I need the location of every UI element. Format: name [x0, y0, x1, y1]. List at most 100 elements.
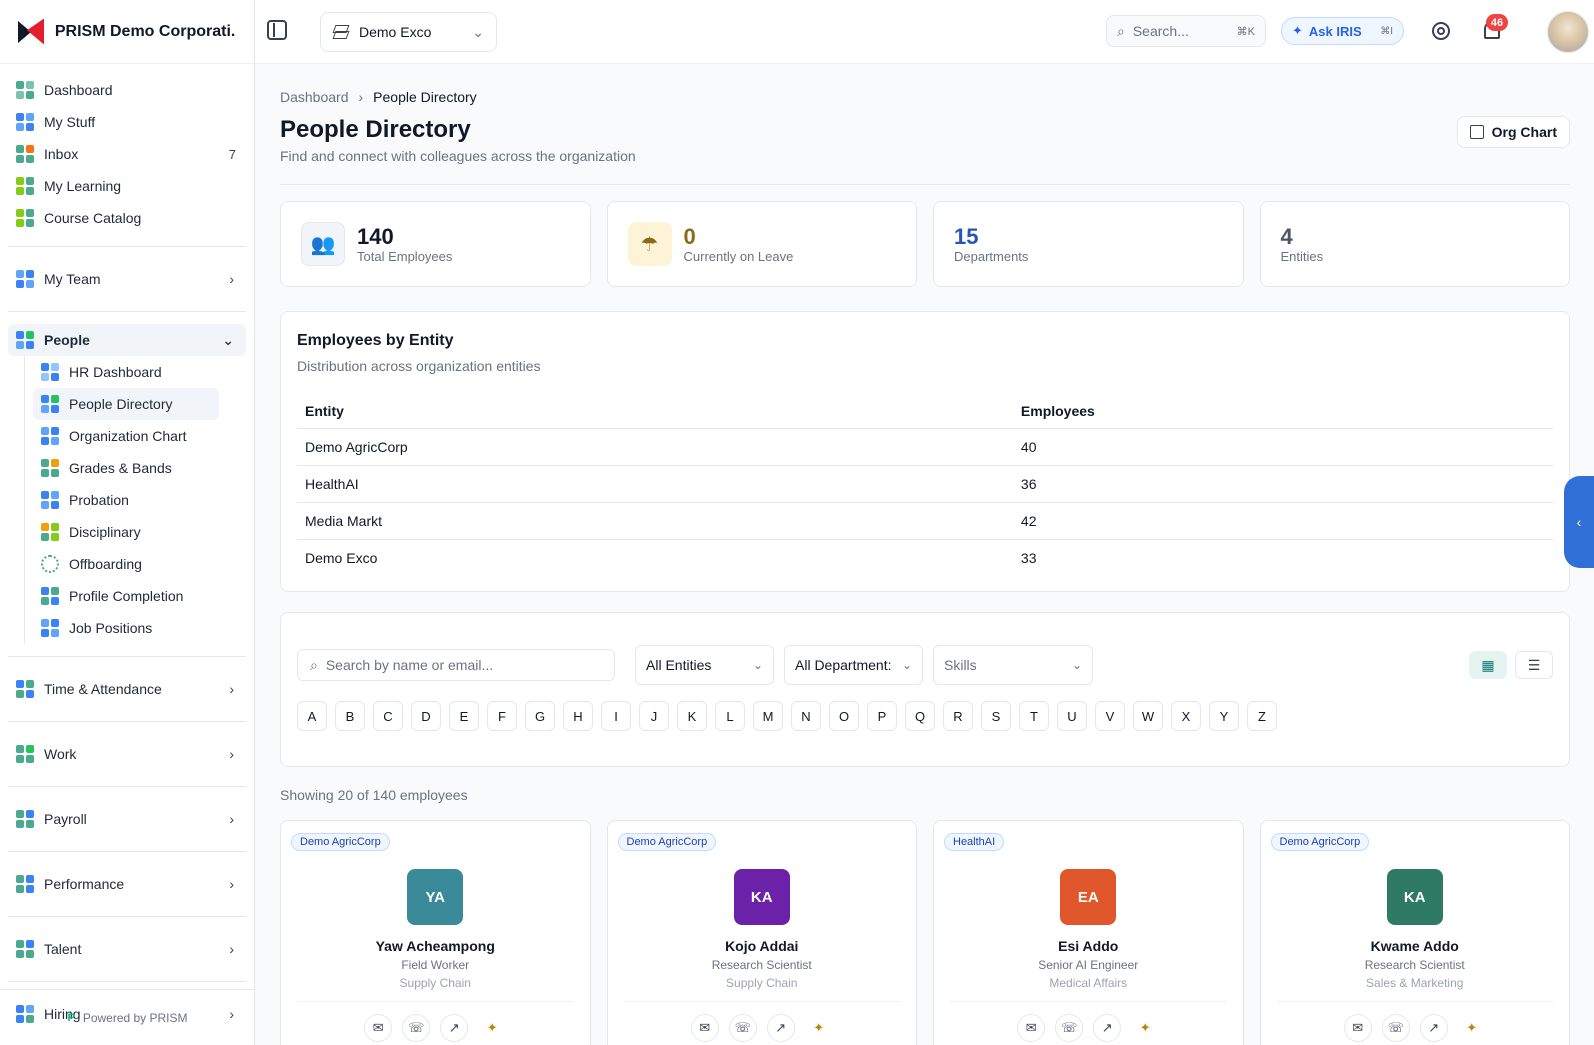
org-chart-button[interactable]: Org Chart — [1456, 116, 1570, 148]
letter-d-button[interactable]: D — [411, 701, 441, 731]
sidebar-item-probation[interactable]: Probation — [33, 484, 246, 516]
mail-icon[interactable]: ✉ — [690, 1014, 719, 1042]
letter-m-button[interactable]: M — [753, 701, 783, 731]
book-icon — [16, 177, 34, 195]
sidebar-item-course-catalog[interactable]: Course Catalog — [8, 202, 246, 234]
brand[interactable]: PRISM Demo Corporati... — [0, 0, 254, 64]
letter-l-button[interactable]: L — [715, 701, 745, 731]
mail-icon[interactable]: ✉ — [1343, 1014, 1372, 1042]
person-card[interactable]: Demo AgricCorp KA Kojo Addai Research Sc… — [606, 820, 917, 1045]
entity-tag: Demo AgricCorp — [291, 833, 390, 851]
sidebar-item-job-positions[interactable]: Job Positions — [33, 612, 246, 644]
letter-f-button[interactable]: F — [487, 701, 517, 731]
phone-icon[interactable]: ☏ — [1381, 1014, 1410, 1042]
ask-iris-button[interactable]: ✦ Ask IRIS ⌘I — [1281, 17, 1404, 45]
letter-n-button[interactable]: N — [791, 701, 821, 731]
person-card[interactable]: Demo AgricCorp YA Yaw Acheampong Field W… — [280, 820, 591, 1045]
letter-z-button[interactable]: Z — [1247, 701, 1277, 731]
powered-by: P Powered by PRISM — [0, 989, 255, 1045]
sidebar-item-inbox[interactable]: Inbox 7 — [8, 138, 246, 170]
global-search[interactable]: ⌕ Search... ⌘K — [1106, 15, 1266, 47]
skills-select[interactable]: Skills ⌄ — [933, 645, 1093, 685]
letter-r-button[interactable]: R — [943, 701, 973, 731]
letter-y-button[interactable]: Y — [1209, 701, 1239, 731]
sidebar-item-work[interactable]: Work › — [8, 734, 246, 774]
external-link-icon[interactable]: ↗ — [440, 1014, 469, 1042]
sidebar-item-offboarding[interactable]: Offboarding — [33, 548, 246, 580]
letter-o-button[interactable]: O — [829, 701, 859, 731]
sidebar-item-people[interactable]: People ⌄ — [8, 324, 246, 356]
sidebar-item-disciplinary[interactable]: Disciplinary — [33, 516, 246, 548]
gear-icon[interactable] — [1432, 22, 1450, 40]
letter-e-button[interactable]: E — [449, 701, 479, 731]
people-search-placeholder: Search by name or email... — [325, 657, 494, 673]
sidebar-toggle-icon[interactable] — [267, 20, 287, 40]
stat-value: 15 — [954, 223, 979, 249]
sidebar-item-people-directory[interactable]: People Directory — [33, 388, 219, 420]
external-link-icon[interactable]: ↗ — [1093, 1014, 1122, 1042]
sparkle-icon[interactable]: ✦ — [1458, 1014, 1486, 1042]
sidebar-item-dashboard[interactable]: Dashboard — [8, 74, 246, 106]
letter-s-button[interactable]: S — [981, 701, 1011, 731]
entity-switcher[interactable]: Demo Exco ⌄ — [320, 12, 497, 52]
phone-icon[interactable]: ☏ — [402, 1014, 431, 1042]
letter-x-button[interactable]: X — [1171, 701, 1201, 731]
mail-icon[interactable]: ✉ — [364, 1014, 393, 1042]
side-panel-toggle[interactable]: ‹ — [1564, 476, 1594, 568]
sidebar-item-hr-dashboard[interactable]: HR Dashboard — [33, 356, 246, 388]
skills-select-value: Skills — [944, 657, 977, 673]
phone-icon[interactable]: ☏ — [1055, 1014, 1084, 1042]
sidebar-item-organization-chart[interactable]: Organization Chart — [33, 420, 246, 452]
sidebar-item-my-stuff[interactable]: My Stuff — [8, 106, 246, 138]
sidebar-item-payroll[interactable]: Payroll › — [8, 799, 246, 839]
sidebar-item-talent[interactable]: Talent › — [8, 929, 246, 969]
list-view-button[interactable]: ☰ — [1515, 651, 1553, 679]
letter-v-button[interactable]: V — [1095, 701, 1125, 731]
letter-u-button[interactable]: U — [1057, 701, 1087, 731]
search-icon: ⌕ — [1117, 22, 1125, 39]
sidebar-item-profile-completion[interactable]: Profile Completion — [33, 580, 246, 612]
phone-icon[interactable]: ☏ — [728, 1014, 757, 1042]
letter-b-button[interactable]: B — [335, 701, 365, 731]
chevron-right-icon: › — [229, 746, 234, 762]
entities-select[interactable]: All Entities ⌄ — [635, 645, 774, 685]
sparkle-icon[interactable]: ✦ — [805, 1014, 833, 1042]
sparkle-icon[interactable]: ✦ — [478, 1014, 506, 1042]
sidebar-item-performance[interactable]: Performance › — [8, 864, 246, 904]
letter-q-button[interactable]: Q — [905, 701, 935, 731]
person-card[interactable]: HealthAI EA Esi Addo Senior AI Engineer … — [933, 820, 1244, 1045]
sidebar-item-label: Disciplinary — [69, 524, 141, 540]
letter-t-button[interactable]: T — [1019, 701, 1049, 731]
breadcrumb-dashboard[interactable]: Dashboard — [280, 89, 349, 105]
stats-row: 👥 140 Total Employees ☂ 0 Currently on L… — [280, 201, 1570, 287]
grid-view-button[interactable]: ▦ — [1469, 651, 1507, 679]
people-search-input[interactable]: ⌕ Search by name or email... — [297, 649, 615, 681]
sidebar-item-my-team[interactable]: My Team › — [8, 259, 246, 299]
sidebar-item-grades-bands[interactable]: Grades & Bands — [33, 452, 246, 484]
topbar: Demo Exco ⌄ ⌕ Search... ⌘K ✦ Ask IRIS ⌘I… — [255, 0, 1594, 64]
external-link-icon[interactable]: ↗ — [766, 1014, 795, 1042]
breadcrumb-current: People Directory — [373, 89, 477, 105]
sidebar-item-time-attendance[interactable]: Time & Attendance › — [8, 669, 246, 709]
work-icon — [16, 745, 34, 763]
departments-select[interactable]: All Department: ⌄ — [784, 645, 923, 685]
letter-g-button[interactable]: G — [525, 701, 555, 731]
person-card[interactable]: Demo AgricCorp KA Kwame Addo Research Sc… — [1259, 820, 1570, 1045]
mail-icon[interactable]: ✉ — [1017, 1014, 1046, 1042]
letter-i-button[interactable]: I — [601, 701, 631, 731]
user-avatar[interactable] — [1547, 11, 1589, 53]
letter-c-button[interactable]: C — [373, 701, 403, 731]
person-role: Field Worker — [401, 958, 470, 972]
letter-h-button[interactable]: H — [563, 701, 593, 731]
letter-a-button[interactable]: A — [297, 701, 327, 731]
people-icon — [16, 331, 34, 349]
letter-k-button[interactable]: K — [677, 701, 707, 731]
sparkle-icon[interactable]: ✦ — [1131, 1014, 1159, 1042]
external-link-icon[interactable]: ↗ — [1419, 1014, 1448, 1042]
letter-j-button[interactable]: J — [639, 701, 669, 731]
talent-icon — [16, 940, 34, 958]
letter-w-button[interactable]: W — [1133, 701, 1163, 731]
letter-p-button[interactable]: P — [867, 701, 897, 731]
chevron-down-icon: ⌄ — [752, 658, 763, 672]
sidebar-item-my-learning[interactable]: My Learning — [8, 170, 246, 202]
